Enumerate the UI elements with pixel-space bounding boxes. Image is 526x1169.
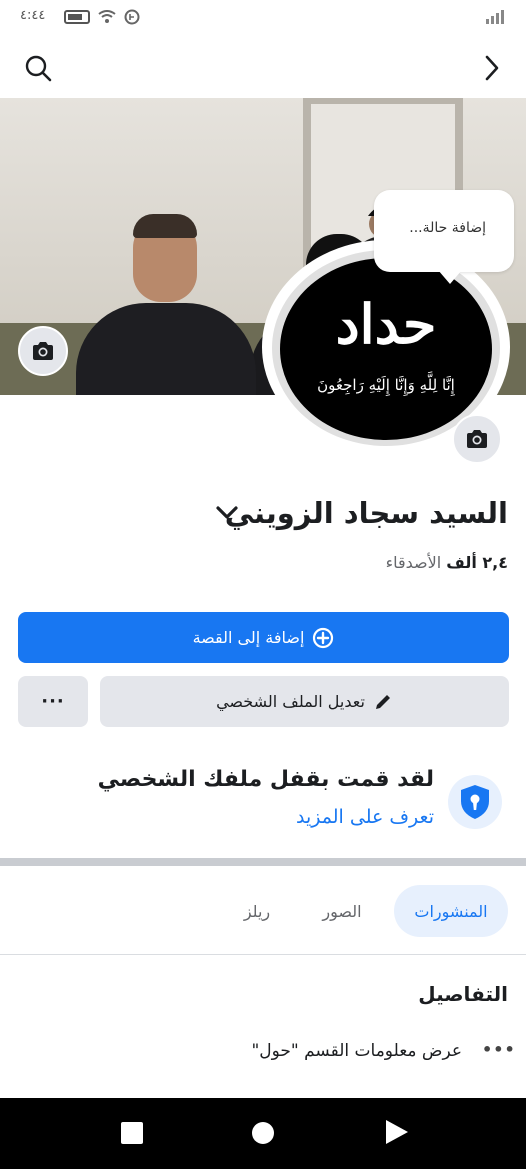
edit-profile-label: تعديل الملف الشخصي [216,692,365,711]
section-divider [0,858,526,866]
locked-profile-title: لقد قمت بقفل ملفك الشخصي [97,767,434,792]
profile-screen: ٤:٤٤ حداد إِنَّا لِلَّهِ وَإِنَّا إِلَيْ… [0,0,526,1169]
camera-icon [467,430,487,448]
chevron-right-icon [485,55,499,81]
battery-icon [64,10,90,24]
tab-reels-label: ريلز [243,901,271,921]
add-status-label: إضافة حالة... [409,220,486,236]
system-navigation-bar [0,1098,526,1169]
friends-label: الأصدقاء [385,553,442,572]
friends-count[interactable]: ٢,٤ ألف الأصدقاء [386,553,508,572]
tab-photos-label: الصور [322,901,362,921]
mourning-title: حداد [335,292,437,356]
add-status-bubble[interactable]: إضافة حالة... [374,190,514,284]
more-icon: ··· [41,691,65,712]
person-left-hair [133,214,197,238]
edit-profile-picture-button[interactable] [452,414,502,464]
back-button[interactable] [386,1120,408,1144]
camera-icon [33,342,53,360]
chevron-down-icon[interactable] [214,504,240,522]
edit-cover-button[interactable] [18,326,68,376]
add-to-story-label: إضافة إلى القصة [192,628,305,647]
more-dots-icon: ••• [482,1040,516,1059]
profile-picture[interactable]: حداد إِنَّا لِلَّهِ وَإِنَّا إِلَيْهِ رَ… [280,258,492,440]
add-to-story-button[interactable]: إضافة إلى القصة [18,612,509,663]
tab-photos[interactable]: الصور [302,885,382,937]
details-heading: التفاصيل [418,982,508,1006]
person-left-body [76,303,256,395]
pencil-icon [375,694,390,709]
more-options-button[interactable]: ··· [18,676,88,727]
locked-profile-badge [448,775,502,829]
tab-posts[interactable]: المنشورات [394,885,508,937]
search-button[interactable] [18,48,58,88]
edit-profile-button[interactable]: تعديل الملف الشخصي [100,676,509,727]
friends-number: ٢,٤ ألف [446,553,508,572]
forward-button[interactable] [472,48,512,88]
signal-icon [486,10,504,24]
profile-name: السيد سجاد الزويني [224,496,508,530]
tab-posts-label: المنشورات [414,901,488,921]
top-navigation [0,36,526,98]
data-saver-icon [124,9,140,25]
search-icon [25,55,52,82]
recents-button[interactable] [121,1122,143,1144]
wifi-icon [98,10,116,23]
view-about-info-link[interactable]: عرض معلومات القسم "حول" [251,1041,462,1061]
status-bar: ٤:٤٤ [0,0,526,36]
plus-circle-icon [313,627,334,648]
status-icons [64,9,140,25]
shield-lock-icon [461,785,489,819]
home-button[interactable] [252,1122,274,1144]
learn-more-link[interactable]: تعرف على المزيد [296,806,434,828]
mourning-verse: إِنَّا لِلَّهِ وَإِنَّا إِلَيْهِ رَاجِعُ… [317,376,455,394]
tab-reels[interactable]: ريلز [222,885,292,937]
tabs-divider [0,954,526,955]
status-time: ٤:٤٤ [20,8,46,23]
